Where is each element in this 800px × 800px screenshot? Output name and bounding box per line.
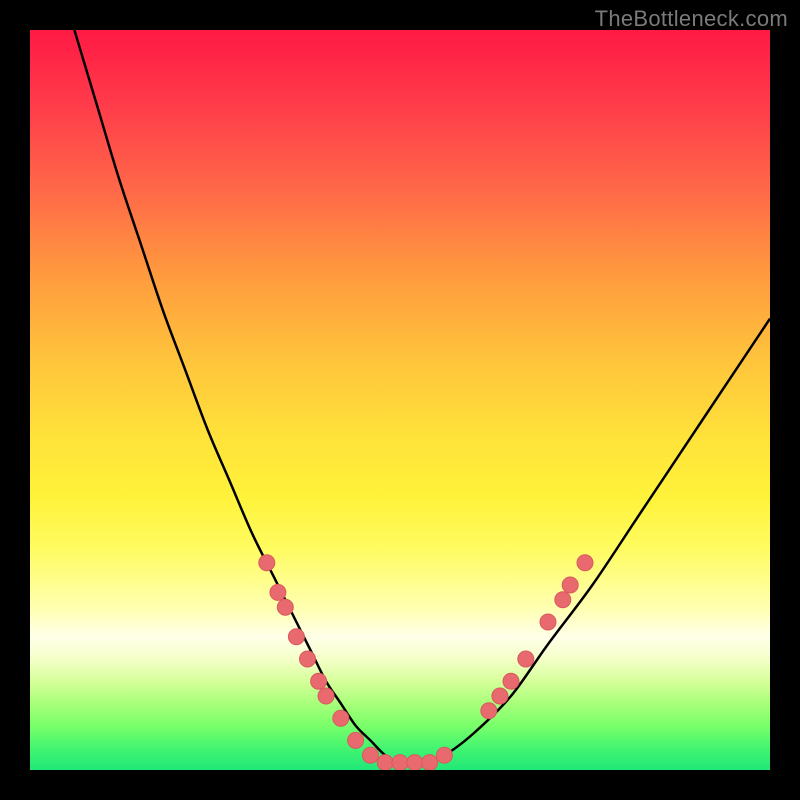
data-point [333, 710, 349, 726]
data-point [270, 584, 286, 600]
chart-overlay [30, 30, 770, 770]
data-point [518, 651, 534, 667]
data-point [362, 747, 378, 763]
data-point [392, 755, 408, 770]
watermark-label: TheBottleneck.com [595, 6, 788, 32]
data-point [407, 755, 423, 770]
data-point [300, 651, 316, 667]
data-point [422, 755, 438, 770]
data-point [348, 732, 364, 748]
plot-area [30, 30, 770, 770]
data-point [288, 629, 304, 645]
data-point [259, 555, 275, 571]
bottleneck-curve [74, 30, 770, 764]
data-point [436, 747, 452, 763]
data-point [277, 599, 293, 615]
data-point [577, 555, 593, 571]
data-point [311, 673, 327, 689]
data-point [562, 577, 578, 593]
marker-group [259, 555, 593, 770]
data-point [318, 688, 334, 704]
chart-frame: TheBottleneck.com [0, 0, 800, 800]
data-point [555, 592, 571, 608]
data-point [540, 614, 556, 630]
data-point [503, 673, 519, 689]
data-point [481, 703, 497, 719]
data-point [377, 755, 393, 770]
data-point [492, 688, 508, 704]
